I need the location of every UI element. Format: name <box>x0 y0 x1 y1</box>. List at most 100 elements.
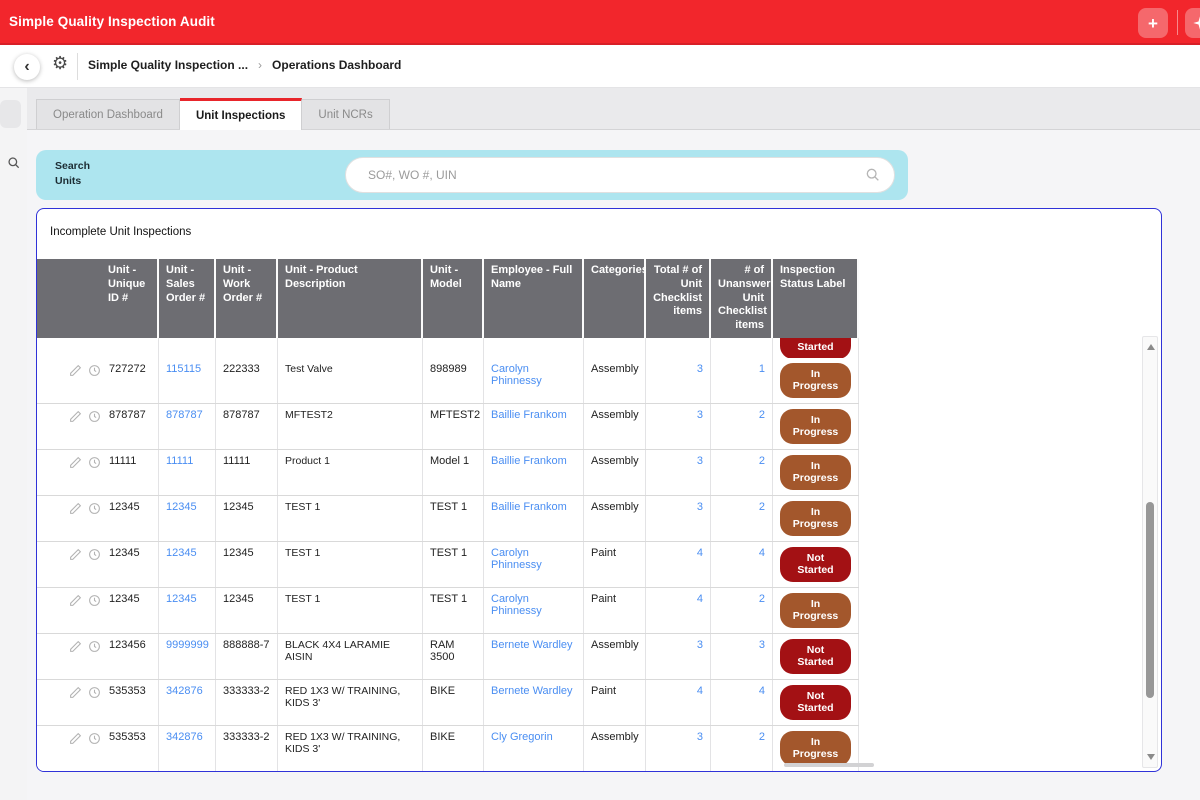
sales-order-link[interactable]: 12345 <box>166 547 197 559</box>
cell-product-description: Product 1 <box>278 450 423 495</box>
cell-unique-id: 727272 <box>37 358 159 403</box>
scroll-down-arrow[interactable] <box>1147 754 1155 760</box>
edit-icon[interactable] <box>69 410 82 423</box>
breadcrumb-chevron-icon: › <box>258 58 262 72</box>
sales-order-link[interactable]: 342876 <box>166 685 203 697</box>
cell-sales-order <box>159 338 216 358</box>
edit-icon[interactable] <box>69 640 82 653</box>
app-title: Simple Quality Inspection Audit <box>0 14 215 29</box>
cell-work-order: 878787 <box>216 404 278 449</box>
sales-order-link[interactable]: 12345 <box>166 501 197 513</box>
cell-sales-order: 9999999 <box>159 634 216 679</box>
sparkle-icon <box>1192 15 1200 31</box>
cell-inspection-status: In Progress <box>773 450 859 495</box>
cell-model: BIKE <box>423 726 484 771</box>
employee-link[interactable]: Bernete Wardley <box>491 639 573 651</box>
cell-category: Assembly <box>584 450 646 495</box>
unit-unique-id: 535353 <box>109 731 146 743</box>
cell-unanswered-checklist-items: 2 <box>711 496 773 541</box>
tab-unit-ncrs[interactable]: Unit NCRs <box>302 99 389 129</box>
sales-order-link[interactable]: 115115 <box>166 363 201 375</box>
left-rail <box>0 88 27 800</box>
table-header: Unit - Unique ID #Unit - Sales Order #Un… <box>37 259 859 338</box>
clock-icon[interactable] <box>88 686 101 699</box>
rail-search-icon[interactable] <box>7 156 21 175</box>
cell-product-description: BLACK 4X4 LARAMIE AISIN <box>278 634 423 679</box>
column-header[interactable]: Unit - Product Description <box>278 259 423 338</box>
column-header[interactable]: Unit - Model <box>423 259 484 338</box>
column-header[interactable]: Categories <box>584 259 646 338</box>
scroll-up-arrow[interactable] <box>1147 344 1155 350</box>
sparkle-button[interactable] <box>1185 8 1200 38</box>
cell-unanswered-checklist-items: 4 <box>711 542 773 587</box>
edit-icon[interactable] <box>69 732 82 745</box>
cell-total-checklist-items: 4 <box>646 680 711 725</box>
employee-link[interactable]: Carolyn Phinnessy <box>491 593 542 617</box>
search-units-input[interactable] <box>368 158 858 192</box>
edit-icon[interactable] <box>69 502 82 515</box>
sales-order-link[interactable]: 878787 <box>166 409 203 421</box>
clock-icon[interactable] <box>88 502 101 515</box>
column-header[interactable]: Inspection Status Label <box>773 259 859 338</box>
table-row: 123451234512345TEST 1TEST 1Baillie Frank… <box>37 496 859 542</box>
rail-pill[interactable] <box>0 100 21 128</box>
cell-unique-id: 12345 <box>37 496 159 541</box>
clock-icon[interactable] <box>88 594 101 607</box>
column-header[interactable]: Unit - Work Order # <box>216 259 278 338</box>
tab-operation-dashboard[interactable]: Operation Dashboard <box>36 99 180 129</box>
edit-icon[interactable] <box>69 686 82 699</box>
column-header[interactable]: Employee - Full Name <box>484 259 584 338</box>
sales-order-link[interactable]: 342876 <box>166 731 203 743</box>
column-header[interactable]: Total # of Unit Checklist items <box>646 259 711 338</box>
search-icon <box>865 167 881 188</box>
cell-unanswered-checklist-items: 2 <box>711 588 773 633</box>
clock-icon[interactable] <box>88 732 101 745</box>
edit-icon[interactable] <box>69 456 82 469</box>
cell-work-order: 888888-7 <box>216 634 278 679</box>
cell-work-order: 12345 <box>216 496 278 541</box>
employee-link[interactable]: Cly Gregorin <box>491 731 553 743</box>
settings-gear-icon[interactable]: ⚙ <box>52 53 68 74</box>
cell-model <box>423 338 484 358</box>
edit-icon[interactable] <box>69 594 82 607</box>
vertical-scrollbar[interactable] <box>1142 336 1158 768</box>
column-header[interactable]: Unit - Unique ID # <box>37 259 159 338</box>
tab-unit-inspections[interactable]: Unit Inspections <box>180 98 302 130</box>
clock-icon[interactable] <box>88 364 101 377</box>
cell-total-checklist-items: 3 <box>646 634 711 679</box>
employee-link[interactable]: Carolyn Phinnessy <box>491 363 542 387</box>
status-badge: In Progress <box>780 731 851 766</box>
employee-link[interactable]: Baillie Frankom <box>491 409 567 421</box>
employee-link[interactable]: Carolyn Phinnessy <box>491 547 542 571</box>
add-button[interactable]: + <box>1138 8 1168 38</box>
employee-link[interactable]: Baillie Frankom <box>491 501 567 513</box>
edit-icon[interactable] <box>69 364 82 377</box>
breadcrumb-current-page: Operations Dashboard <box>272 58 401 72</box>
sales-order-link[interactable]: 9999999 <box>166 639 209 651</box>
scrollbar-thumb[interactable] <box>1146 502 1154 698</box>
column-header[interactable]: Unit - Sales Order # <box>159 259 216 338</box>
edit-icon[interactable] <box>69 548 82 561</box>
table-row: 123451234512345TEST 1TEST 1Carolyn Phinn… <box>37 588 859 634</box>
column-header[interactable]: # of Unanswered Unit Checklist items <box>711 259 773 338</box>
cell-unique-id: 878787 <box>37 404 159 449</box>
horizontal-scrollbar-thumb[interactable] <box>784 763 874 767</box>
cell-category: Assembly <box>584 496 646 541</box>
breadcrumb-divider <box>77 53 78 80</box>
sales-order-link[interactable]: 12345 <box>166 593 197 605</box>
clock-icon[interactable] <box>88 456 101 469</box>
cell-work-order: 333333-2 <box>216 680 278 725</box>
clock-icon[interactable] <box>88 640 101 653</box>
table-row: 727272115115222333Test Valve898989Caroly… <box>37 358 859 404</box>
breadcrumb-app-link[interactable]: Simple Quality Inspection ... <box>88 58 248 72</box>
cell-unanswered-checklist-items: 2 <box>711 726 773 771</box>
clock-icon[interactable] <box>88 548 101 561</box>
sales-order-link[interactable]: 11111 <box>166 455 193 467</box>
employee-link[interactable]: Bernete Wardley <box>491 685 573 697</box>
clock-icon[interactable] <box>88 410 101 423</box>
cell-sales-order: 12345 <box>159 496 216 541</box>
search-units-label: Search Units <box>55 159 103 189</box>
employee-link[interactable]: Baillie Frankom <box>491 455 567 467</box>
back-button[interactable]: ‹ <box>14 54 40 80</box>
cell-total-checklist-items: 3 <box>646 358 711 403</box>
